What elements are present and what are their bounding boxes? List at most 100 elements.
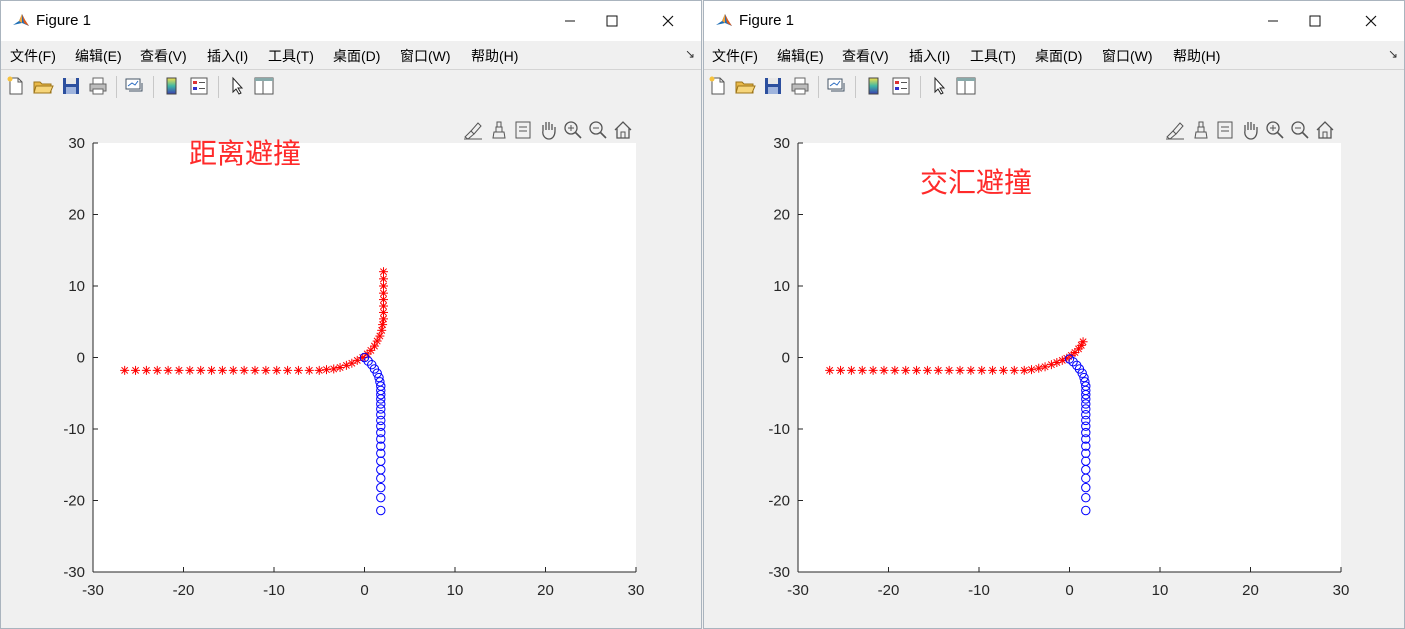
star-marker xyxy=(228,365,238,375)
menu-file[interactable]: 文件(F) xyxy=(712,46,758,66)
insert-legend-icon[interactable] xyxy=(188,75,210,97)
toolbar-separator xyxy=(218,76,219,98)
menu-tools[interactable]: 工具(T) xyxy=(970,46,1016,66)
print-icon[interactable] xyxy=(789,75,811,97)
property-inspector-icon[interactable] xyxy=(955,75,977,97)
minimize-icon[interactable] xyxy=(1256,7,1290,35)
menu-view[interactable]: 查看(V) xyxy=(140,46,187,66)
open-file-icon[interactable] xyxy=(734,75,756,97)
star-marker xyxy=(379,267,389,277)
toolbar-separator xyxy=(920,76,921,98)
title-bar[interactable]: Figure 1 xyxy=(704,1,1404,41)
star-marker xyxy=(272,365,282,375)
y-tick-label: -30 xyxy=(63,564,85,581)
star-marker xyxy=(283,365,293,375)
menu-window[interactable]: 窗口(W) xyxy=(1102,46,1153,66)
menu-view[interactable]: 查看(V) xyxy=(842,46,889,66)
x-tick-label: 30 xyxy=(628,582,645,599)
x-tick-label: 20 xyxy=(1242,582,1259,599)
maximize-icon[interactable] xyxy=(1298,7,1332,35)
window-title: Figure 1 xyxy=(739,12,795,29)
menu-insert[interactable]: 插入(I) xyxy=(909,46,950,66)
y-tick-label: -10 xyxy=(63,421,85,438)
menu-help[interactable]: 帮助(H) xyxy=(1173,46,1220,66)
y-tick-label: -30 xyxy=(768,564,790,581)
x-tick-label: 10 xyxy=(1152,582,1169,599)
menu-desktop[interactable]: 桌面(D) xyxy=(333,46,380,66)
x-tick-label: 10 xyxy=(447,582,464,599)
matlab-logo-icon xyxy=(714,11,734,31)
save-icon[interactable] xyxy=(762,75,784,97)
plot-axes[interactable]: -30 -20 -10 0 10 20 30 -30 -20 -10 0 10 20 30 交汇避撞 xyxy=(704,103,1404,629)
plot-axes[interactable]: -30 -20 -10 0 10 20 30 -30 -20 -10 0 10 20 30 距离避撞 xyxy=(1,103,701,629)
new-figure-icon[interactable] xyxy=(707,75,729,97)
x-tick-label: 20 xyxy=(537,582,554,599)
close-icon[interactable] xyxy=(1354,7,1388,35)
y-tick-label: 30 xyxy=(773,135,790,152)
new-figure-icon[interactable] xyxy=(5,75,27,97)
menu-edit[interactable]: 编辑(E) xyxy=(777,46,824,66)
property-inspector-icon[interactable] xyxy=(253,75,275,97)
y-tick-label: 30 xyxy=(68,135,85,152)
insert-colorbar-icon[interactable] xyxy=(161,75,183,97)
figure-toolbar xyxy=(1,69,701,104)
menu-bar: 文件(F) 编辑(E) 查看(V) 插入(I) 工具(T) 桌面(D) 窗口(W… xyxy=(704,41,1404,69)
figure-window-right[interactable]: Figure 1 文件(F) 编辑(E) 查看(V) 插入(I) 工具(T) 桌… xyxy=(703,0,1405,629)
open-file-icon[interactable] xyxy=(32,75,54,97)
menu-bar: 文件(F) 编辑(E) 查看(V) 插入(I) 工具(T) 桌面(D) 窗口(W… xyxy=(1,41,701,69)
edit-plot-arrow-icon[interactable] xyxy=(226,75,248,97)
y-tick-label: -20 xyxy=(63,493,85,510)
toolbar-separator xyxy=(153,76,154,98)
menu-file[interactable]: 文件(F) xyxy=(10,46,56,66)
title-bar[interactable]: Figure 1 xyxy=(1,1,701,41)
maximize-icon[interactable] xyxy=(595,7,629,35)
x-tick-label: 0 xyxy=(360,582,368,599)
figure-canvas: -30 -20 -10 0 10 20 30 -30 -20 -10 0 10 20 30 距离避撞 xyxy=(1,103,701,628)
menu-overflow-icon[interactable]: ↘ xyxy=(1388,47,1398,61)
minimize-icon[interactable] xyxy=(553,7,587,35)
star-marker xyxy=(141,365,151,375)
star-marker xyxy=(304,365,314,375)
star-marker xyxy=(207,365,217,375)
x-tick-label: -20 xyxy=(878,582,900,599)
link-plot-icon[interactable] xyxy=(825,75,847,97)
plot-annotation: 交汇避撞 xyxy=(920,166,1032,199)
menu-edit[interactable]: 编辑(E) xyxy=(75,46,122,66)
insert-legend-icon[interactable] xyxy=(890,75,912,97)
menu-overflow-icon[interactable]: ↘ xyxy=(685,47,695,61)
menu-insert[interactable]: 插入(I) xyxy=(207,46,248,66)
star-marker xyxy=(163,365,173,375)
print-icon[interactable] xyxy=(87,75,109,97)
y-tick-label: 0 xyxy=(782,350,790,367)
menu-window[interactable]: 窗口(W) xyxy=(400,46,451,66)
save-icon[interactable] xyxy=(60,75,82,97)
x-tick-label: -30 xyxy=(787,582,809,599)
menu-tools[interactable]: 工具(T) xyxy=(268,46,314,66)
menu-desktop[interactable]: 桌面(D) xyxy=(1035,46,1082,66)
star-marker xyxy=(335,363,345,373)
star-marker xyxy=(314,365,324,375)
close-icon[interactable] xyxy=(651,7,685,35)
figure-window-left[interactable]: Figure 1 文件(F) 编辑(E) 查看(V) 插入(I) 工具(T) 桌… xyxy=(0,0,702,629)
menu-help[interactable]: 帮助(H) xyxy=(471,46,518,66)
y-tick-label: 20 xyxy=(68,207,85,224)
x-tick-label: -20 xyxy=(173,582,195,599)
y-tick-label: 20 xyxy=(773,207,790,224)
toolbar-separator xyxy=(818,76,819,98)
x-tick-label: -30 xyxy=(82,582,104,599)
star-marker xyxy=(293,365,303,375)
matlab-logo-icon xyxy=(11,11,31,31)
link-plot-icon[interactable] xyxy=(123,75,145,97)
star-marker xyxy=(239,365,249,375)
y-tick-label: -10 xyxy=(768,421,790,438)
x-tick-label: -10 xyxy=(263,582,285,599)
insert-colorbar-icon[interactable] xyxy=(863,75,885,97)
star-marker xyxy=(321,365,331,375)
star-marker xyxy=(185,365,195,375)
star-marker xyxy=(329,364,339,374)
plot-annotation: 距离避撞 xyxy=(189,137,301,170)
edit-plot-arrow-icon[interactable] xyxy=(928,75,950,97)
star-marker xyxy=(131,365,141,375)
x-tick-label: 0 xyxy=(1065,582,1073,599)
star-marker xyxy=(196,365,206,375)
